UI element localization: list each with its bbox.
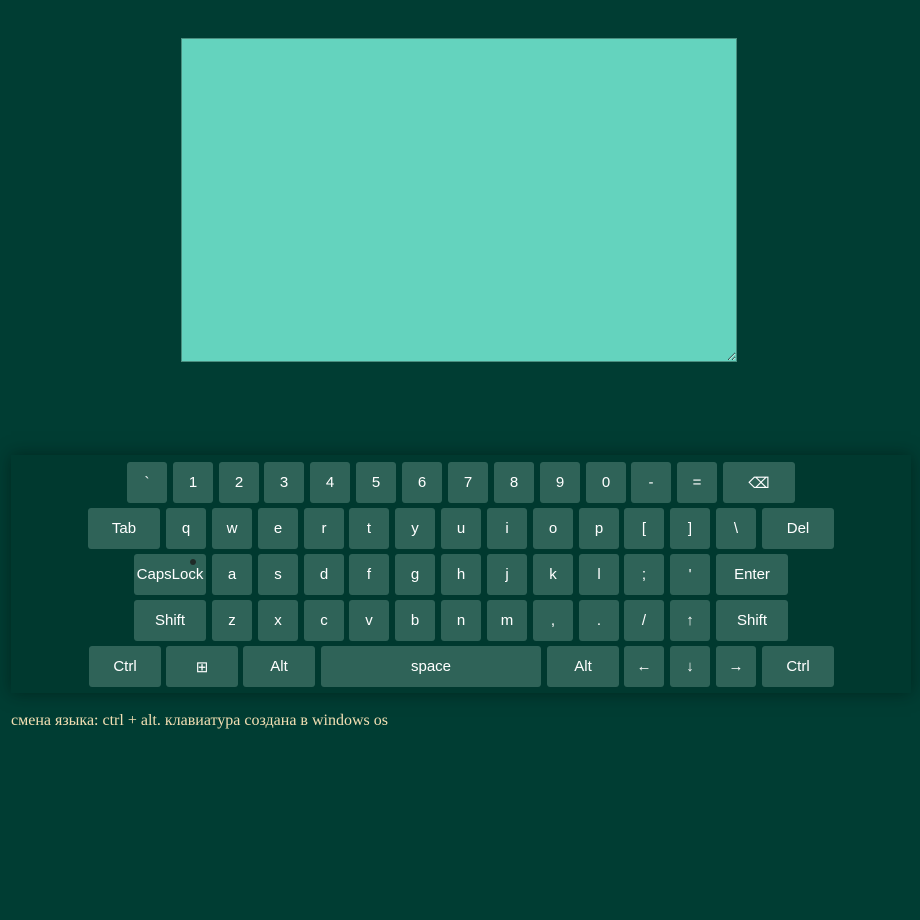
key-0[interactable]: 0 — [586, 462, 626, 503]
key-5[interactable]: 5 — [356, 462, 396, 503]
key-comma[interactable]: , — [533, 600, 573, 641]
key-i[interactable]: i — [487, 508, 527, 549]
key-shift-left[interactable]: Shift — [134, 600, 206, 641]
key-j[interactable]: j — [487, 554, 527, 595]
language-switch-note: смена языка: ctrl + alt. клавиатура созд… — [11, 712, 388, 729]
key-k[interactable]: k — [533, 554, 573, 595]
key-y[interactable]: y — [395, 508, 435, 549]
key-quote[interactable]: ' — [670, 554, 710, 595]
key-semicolon[interactable]: ; — [624, 554, 664, 595]
arrow-right-icon: → — [728, 658, 744, 675]
key-m[interactable]: m — [487, 600, 527, 641]
key-9[interactable]: 9 — [540, 462, 580, 503]
key-o[interactable]: o — [533, 508, 573, 549]
key-l[interactable]: l — [579, 554, 619, 595]
key-n[interactable]: n — [441, 600, 481, 641]
key-equals[interactable]: = — [677, 462, 717, 503]
backspace-icon: ⌫ — [748, 474, 770, 492]
key-shift-right[interactable]: Shift — [716, 600, 788, 641]
key-3[interactable]: 3 — [264, 462, 304, 503]
key-backslash[interactable]: \ — [716, 508, 756, 549]
key-1[interactable]: 1 — [173, 462, 213, 503]
key-x[interactable]: x — [258, 600, 298, 641]
key-4[interactable]: 4 — [310, 462, 350, 503]
arrow-right-key[interactable]: → — [716, 646, 756, 687]
key-z[interactable]: z — [212, 600, 252, 641]
key-7[interactable]: 7 — [448, 462, 488, 503]
caps-indicator-dot — [190, 559, 196, 565]
key-6[interactable]: 6 — [402, 462, 442, 503]
key-r[interactable]: r — [304, 508, 344, 549]
windows-icon: ⊞ — [195, 658, 209, 676]
backspace-key[interactable]: ⌫ — [723, 462, 795, 503]
key-g[interactable]: g — [395, 554, 435, 595]
key-v[interactable]: v — [349, 600, 389, 641]
key-right-bracket[interactable]: ] — [670, 508, 710, 549]
arrow-left-icon: ← — [636, 658, 652, 675]
key-slash[interactable]: / — [624, 600, 664, 641]
arrow-left-key[interactable]: ← — [624, 646, 664, 687]
key-alt-left[interactable]: Alt — [243, 646, 315, 687]
key-enter[interactable]: Enter — [716, 554, 788, 595]
arrow-up-key[interactable]: ↑ — [670, 600, 710, 641]
key-u[interactable]: u — [441, 508, 481, 549]
key-h[interactable]: h — [441, 554, 481, 595]
key-alt-right[interactable]: Alt — [547, 646, 619, 687]
arrow-up-icon: ↑ — [686, 612, 694, 629]
key-q[interactable]: q — [166, 508, 206, 549]
key-left-bracket[interactable]: [ — [624, 508, 664, 549]
key-8[interactable]: 8 — [494, 462, 534, 503]
arrow-down-icon: ↓ — [686, 658, 694, 675]
key-t[interactable]: t — [349, 508, 389, 549]
key-minus[interactable]: - — [631, 462, 671, 503]
text-input-area[interactable] — [181, 38, 737, 362]
key-w[interactable]: w — [212, 508, 252, 549]
key-a[interactable]: a — [212, 554, 252, 595]
key-f[interactable]: f — [349, 554, 389, 595]
windows-key[interactable]: ⊞ — [166, 646, 238, 687]
key-period[interactable]: . — [579, 600, 619, 641]
key-e[interactable]: e — [258, 508, 298, 549]
key-backtick[interactable]: ` — [127, 462, 167, 503]
key-b[interactable]: b — [395, 600, 435, 641]
key-ctrl-right[interactable]: Ctrl — [762, 646, 834, 687]
key-del[interactable]: Del — [762, 508, 834, 549]
key-s[interactable]: s — [258, 554, 298, 595]
key-p[interactable]: p — [579, 508, 619, 549]
key-c[interactable]: c — [304, 600, 344, 641]
key-ctrl-left[interactable]: Ctrl — [89, 646, 161, 687]
key-2[interactable]: 2 — [219, 462, 259, 503]
key-d[interactable]: d — [304, 554, 344, 595]
key-tab[interactable]: Tab — [88, 508, 160, 549]
virtual-keyboard: ` 1 2 3 4 5 6 7 8 9 0 - = ⌫ Tab q w e r … — [11, 455, 911, 693]
key-space[interactable]: space — [321, 646, 541, 687]
arrow-down-key[interactable]: ↓ — [670, 646, 710, 687]
